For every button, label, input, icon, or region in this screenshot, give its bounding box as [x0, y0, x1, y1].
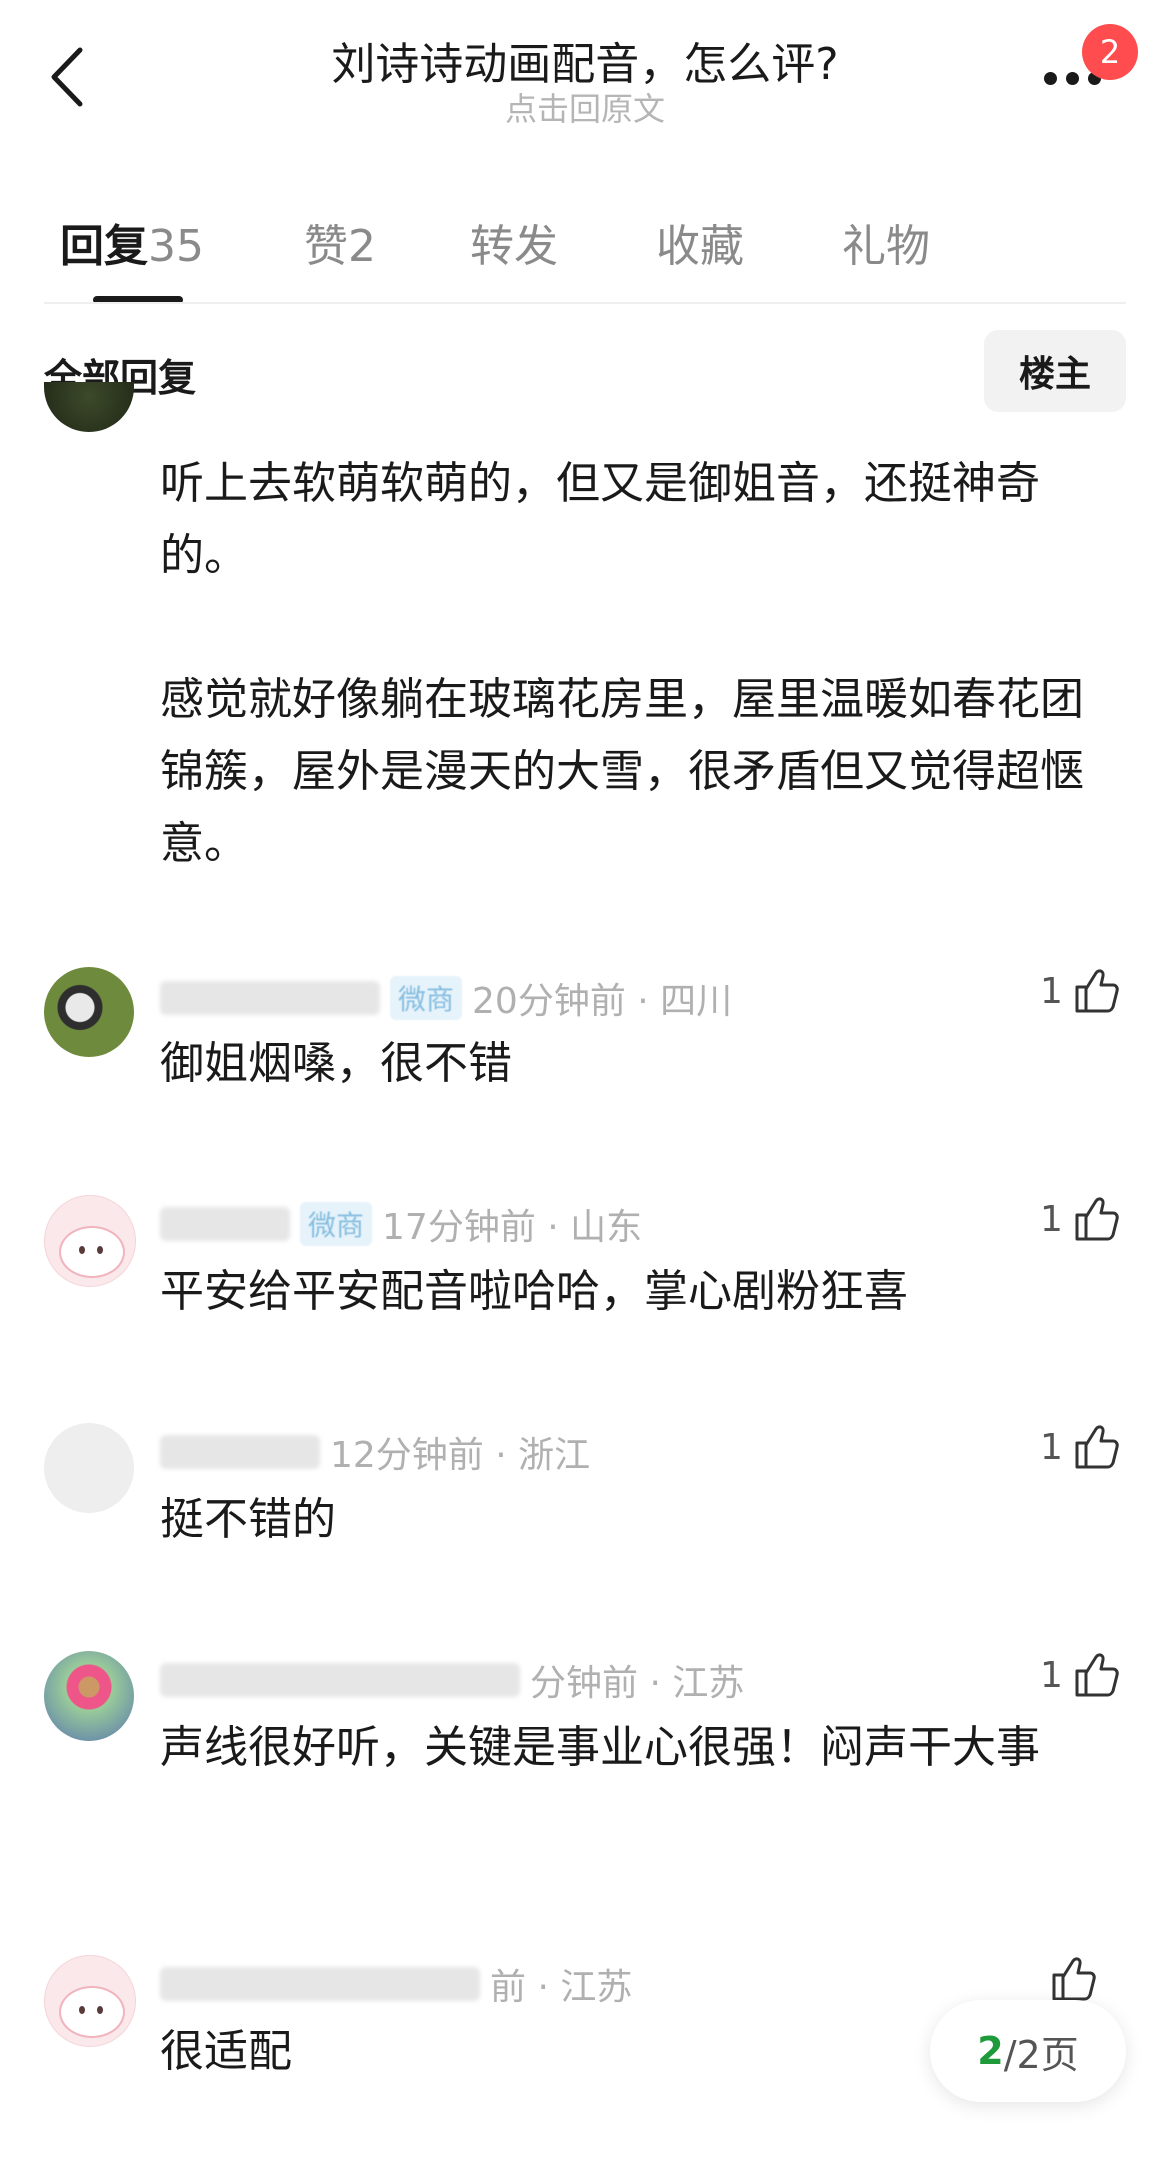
comment-text: 挺不错的 — [160, 1494, 336, 1545]
comment-meta: 微商 20分钟前 · 四川 — [160, 972, 732, 1024]
comment-meta: 微商 17分钟前 · 山东 — [160, 1198, 642, 1250]
thumbs-up-icon — [1052, 1957, 1096, 2001]
time-location: 前 · 江苏 — [490, 1967, 633, 2008]
tab-favorites[interactable]: 收藏 — [656, 210, 744, 274]
avatar[interactable] — [44, 1423, 134, 1513]
like-count: 1 — [1040, 1198, 1063, 1240]
total-pages: /2页 — [1003, 2032, 1079, 2077]
tab-reposts[interactable]: 转发 — [470, 210, 558, 274]
owner-filter-button[interactable]: 楼主 — [984, 330, 1126, 412]
avatar[interactable] — [44, 382, 134, 432]
like-count: 1 — [1040, 1426, 1063, 1468]
comment-meta: 分钟前 · 江苏 — [160, 1654, 744, 1706]
avatar[interactable] — [44, 1651, 134, 1741]
comment-text: 声线很好听，关键是事业心很强！闷声干大事 — [160, 1722, 1040, 1773]
page-indicator[interactable]: 2/2页 — [930, 2000, 1126, 2102]
username-blurred[interactable] — [160, 1435, 320, 1469]
avatar[interactable] — [44, 1195, 136, 1287]
like-button[interactable]: 1 — [1040, 965, 1123, 1017]
username-blurred[interactable] — [160, 981, 380, 1015]
comment-text: 御姐烟嗓，很不错 — [160, 1038, 512, 1089]
comment-text: 平安给平安配音啦哈哈，掌心剧粉狂喜 — [160, 1266, 908, 1317]
thumbs-up-icon — [1075, 1653, 1119, 1697]
time-location: 12分钟前 · 浙江 — [330, 1435, 591, 1476]
notification-badge: 2 — [1082, 24, 1138, 80]
like-button[interactable]: 1 — [1040, 1649, 1123, 1701]
user-tag: 微商 — [390, 976, 463, 1020]
like-button[interactable]: 1 — [1040, 1193, 1123, 1245]
like-count: 1 — [1040, 970, 1063, 1012]
like-button[interactable] — [1040, 1953, 1100, 2005]
tab-gifts[interactable]: 礼物 — [842, 210, 930, 274]
more-button[interactable]: 2 — [1040, 24, 1138, 114]
like-button[interactable]: 1 — [1040, 1421, 1123, 1473]
thumbs-up-icon — [1075, 969, 1119, 1013]
thumbs-up-icon — [1075, 1197, 1119, 1241]
username-blurred[interactable] — [160, 1663, 520, 1697]
comment-meta: 前 · 江苏 — [160, 1958, 632, 2010]
time-location: 20分钟前 · 四川 — [472, 981, 733, 1022]
time-location: 17分钟前 · 山东 — [382, 1207, 643, 1248]
like-count: 1 — [1040, 1654, 1063, 1696]
comment-meta: 12分钟前 · 浙江 — [160, 1426, 590, 1478]
divider — [44, 302, 1126, 304]
user-tag: 微商 — [300, 1202, 373, 1246]
comment-text: 听上去软萌软萌的，但又是御姐音，还挺神奇的。 感觉就好像躺在玻璃花房里，屋里温暖… — [160, 458, 1084, 869]
time-location: 分钟前 · 江苏 — [530, 1663, 745, 1704]
thumbs-up-icon — [1075, 1425, 1119, 1469]
avatar[interactable] — [44, 1955, 136, 2047]
back-to-original-link[interactable]: 点击回原文 — [0, 84, 1170, 130]
username-blurred[interactable] — [160, 1967, 480, 2001]
page-title[interactable]: 刘诗诗动画配音，怎么评? — [0, 28, 1170, 92]
tab-replies[interactable]: 回复35 — [60, 210, 204, 274]
current-page: 2 — [977, 2029, 1004, 2073]
tab-likes[interactable]: 赞2 — [304, 210, 376, 274]
top-bar: 刘诗诗动画配音，怎么评? 点击回原文 2 — [0, 0, 1170, 140]
avatar[interactable] — [44, 967, 134, 1057]
username-blurred[interactable] — [160, 1207, 290, 1241]
